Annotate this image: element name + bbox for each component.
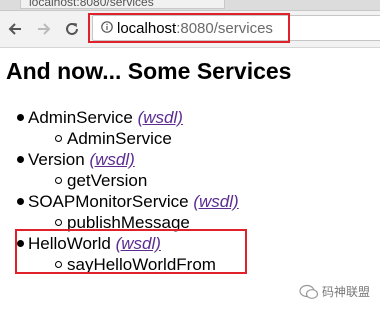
wsdl-link[interactable]: (wsdl)	[138, 108, 183, 127]
sub-bullet	[55, 177, 62, 184]
back-button[interactable]	[5, 19, 25, 39]
watermark: 码神联盟	[299, 283, 370, 300]
bullet	[17, 114, 24, 121]
browser-toolbar: localhost:8080/services	[0, 11, 380, 48]
service-item-soapmonitorservice: SOAPMonitorService (wsdl)	[17, 191, 239, 212]
sub-bullet	[55, 219, 62, 226]
service-item-adminservice: AdminService (wsdl)	[17, 107, 239, 128]
arrow-left-icon	[8, 23, 21, 35]
bullet	[17, 198, 24, 205]
operation-item: AdminService	[28, 128, 239, 149]
operation-name: getVersion	[67, 171, 148, 190]
operation-item: getVersion	[28, 170, 239, 191]
bullet	[17, 156, 24, 163]
wsdl-link[interactable]: (wsdl)	[193, 192, 238, 211]
watermark-text: 码神联盟	[322, 285, 371, 299]
browser-tab[interactable]: localhost:8080/services	[20, 0, 225, 9]
forward-button[interactable]	[34, 19, 54, 39]
service-name: Version	[28, 150, 85, 169]
url-highlight-box	[88, 13, 290, 43]
reload-button[interactable]	[62, 19, 82, 39]
service-name: AdminService	[28, 108, 133, 127]
page-title: And now... Some Services	[6, 58, 292, 84]
service-item-version: Version (wsdl)	[17, 149, 239, 170]
tab-strip: localhost:8080/services	[0, 0, 380, 11]
reload-icon	[66, 22, 78, 35]
operation-name: AdminService	[67, 129, 172, 148]
sub-bullet	[55, 135, 62, 142]
service-name: SOAPMonitorService	[28, 192, 189, 211]
wechat-icon	[299, 284, 319, 299]
tab-title: localhost:8080/services	[29, 0, 154, 9]
arrow-right-icon	[38, 23, 51, 35]
wsdl-link[interactable]: (wsdl)	[89, 150, 134, 169]
helloworld-highlight-box	[15, 229, 247, 274]
